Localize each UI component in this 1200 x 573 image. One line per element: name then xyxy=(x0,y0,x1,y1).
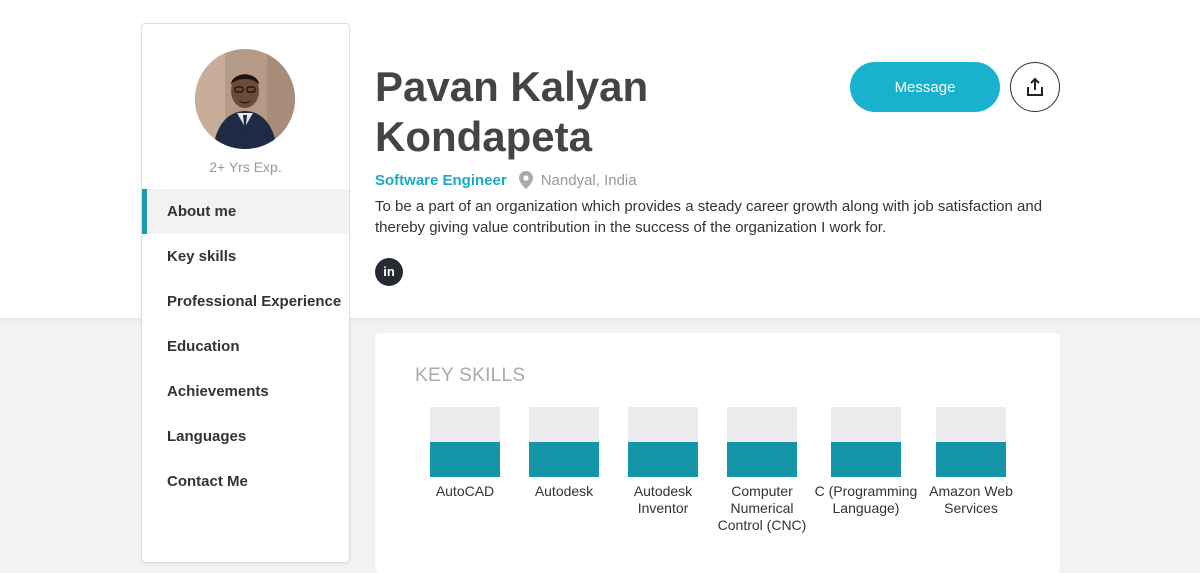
sidebar-item-education[interactable]: Education xyxy=(142,324,349,369)
avatar xyxy=(195,49,295,149)
skill-level-bar xyxy=(831,407,901,477)
skill-item: C (Programming Language) xyxy=(814,407,918,517)
sidebar-item-professional-experience[interactable]: Professional Experience xyxy=(142,279,349,324)
sidebar-item-key-skills[interactable]: Key skills xyxy=(142,234,349,279)
skill-label: Computer Numerical Control (CNC) xyxy=(717,483,807,533)
skill-item: Amazon Web Services xyxy=(919,407,1023,517)
message-button[interactable]: Message xyxy=(850,62,1000,112)
role-location-line: Software Engineer Nandyal, India xyxy=(375,170,637,190)
location-text: Nandyal, India xyxy=(540,171,637,189)
experience-label: 2+ Yrs Exp. xyxy=(209,159,282,175)
sidebar-item-contact-me[interactable]: Contact Me xyxy=(142,459,349,504)
skill-label: Autodesk xyxy=(534,483,594,499)
share-button[interactable] xyxy=(1010,62,1060,112)
skill-level-bar xyxy=(727,407,797,477)
sidebar-item-languages[interactable]: Languages xyxy=(142,414,349,459)
job-title: Software Engineer xyxy=(375,171,507,189)
profile-summary: To be a part of an organization which pr… xyxy=(375,198,1043,236)
skill-level-fill xyxy=(936,442,1006,477)
skill-level-bar xyxy=(430,407,500,477)
sidebar-nav: About me Key skills Professional Experie… xyxy=(142,189,349,504)
key-skills-card: KEY SKILLS AutoCAD Autodesk Autodesk Inv… xyxy=(375,333,1060,573)
skill-label: AutoCAD xyxy=(435,483,495,499)
skill-level-bar xyxy=(936,407,1006,477)
skill-label: C (Programming Language) xyxy=(814,483,918,516)
skill-item: Computer Numerical Control (CNC) xyxy=(710,407,814,534)
linkedin-icon[interactable]: in xyxy=(375,258,403,286)
skill-level-fill xyxy=(628,442,698,477)
skill-item: Autodesk xyxy=(512,407,616,500)
skill-label: Amazon Web Services xyxy=(929,483,1013,516)
skill-level-fill xyxy=(727,442,797,477)
share-icon xyxy=(1027,77,1043,96)
profile-name: Pavan Kalyan Kondapeta xyxy=(375,63,649,160)
skill-level-fill xyxy=(430,442,500,477)
key-skills-title: KEY SKILLS xyxy=(415,365,526,386)
skill-level-fill xyxy=(831,442,901,477)
sidebar-item-achievements[interactable]: Achievements xyxy=(142,369,349,414)
location-pin-icon xyxy=(518,171,533,189)
skill-level-bar xyxy=(628,407,698,477)
skill-level-fill xyxy=(529,442,599,477)
profile-sidebar: 2+ Yrs Exp. About me Key skills Professi… xyxy=(141,23,350,563)
skill-item: Autodesk Inventor xyxy=(611,407,715,517)
skill-label: Autodesk Inventor xyxy=(633,483,693,516)
sidebar-item-about-me[interactable]: About me xyxy=(142,189,349,234)
skill-item: AutoCAD xyxy=(413,407,517,500)
skill-level-bar xyxy=(529,407,599,477)
